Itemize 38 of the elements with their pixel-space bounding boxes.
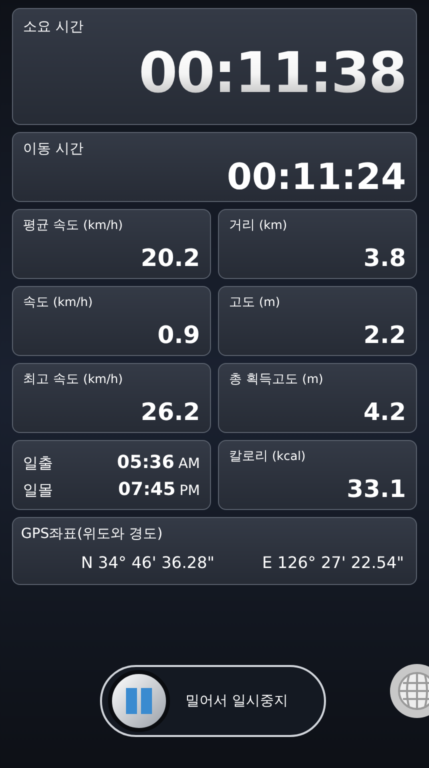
elapsed-label: 소요 시간 [23, 18, 84, 37]
sun-period: AM [178, 455, 200, 474]
metric-value: 33.1 [346, 477, 406, 501]
metric-label: 평균 속도 [23, 217, 80, 235]
metric-label: 최고 속도 [23, 371, 80, 389]
metric-unit: (km/h) [53, 294, 93, 311]
metric-value: 4.2 [363, 400, 406, 424]
metric-label: 총 획득고도 [229, 371, 298, 389]
metric-label: 거리 [229, 217, 255, 235]
sun-label: 일몰 [23, 480, 53, 501]
metric-label: 고도 [229, 294, 255, 312]
pause-slider[interactable]: 밀어서 일시중지 [100, 665, 326, 737]
metric-value: 0.9 [157, 323, 200, 347]
longitude: E 126° 27' 22.54" [262, 552, 404, 574]
sun-time: 07:45 [118, 478, 176, 502]
metric-label: 칼로리 [229, 448, 268, 466]
moving-label: 이동 시간 [23, 140, 84, 159]
slider-label: 밀어서 일시중지 [186, 692, 288, 710]
metric-unit: (km/h) [83, 217, 123, 234]
pause-icon [124, 687, 154, 715]
metric-unit: (km) [259, 217, 288, 234]
metric-unit: (kcal) [272, 448, 306, 465]
metric-value: 26.2 [140, 400, 200, 424]
metric-unit: (m) [302, 371, 324, 388]
metric-value: 2.2 [363, 323, 406, 347]
globe-icon[interactable] [389, 663, 429, 719]
pause-knob[interactable] [108, 670, 170, 732]
latitude: N 34° 46' 36.28" [81, 552, 215, 574]
sun-time: 05:36 [117, 451, 174, 475]
sun-label: 일출 [23, 453, 53, 474]
metric-unit: (m) [259, 294, 280, 311]
metric-unit: (km/h) [83, 371, 123, 388]
metric-label: 속도 [23, 294, 49, 312]
sun-period: PM [179, 482, 200, 501]
metric-value: 20.2 [140, 246, 200, 270]
gps-label: GPS좌표(위도와 경도) [21, 525, 164, 544]
moving-value: 00:11:24 [226, 160, 406, 196]
metric-value: 3.8 [363, 246, 406, 270]
